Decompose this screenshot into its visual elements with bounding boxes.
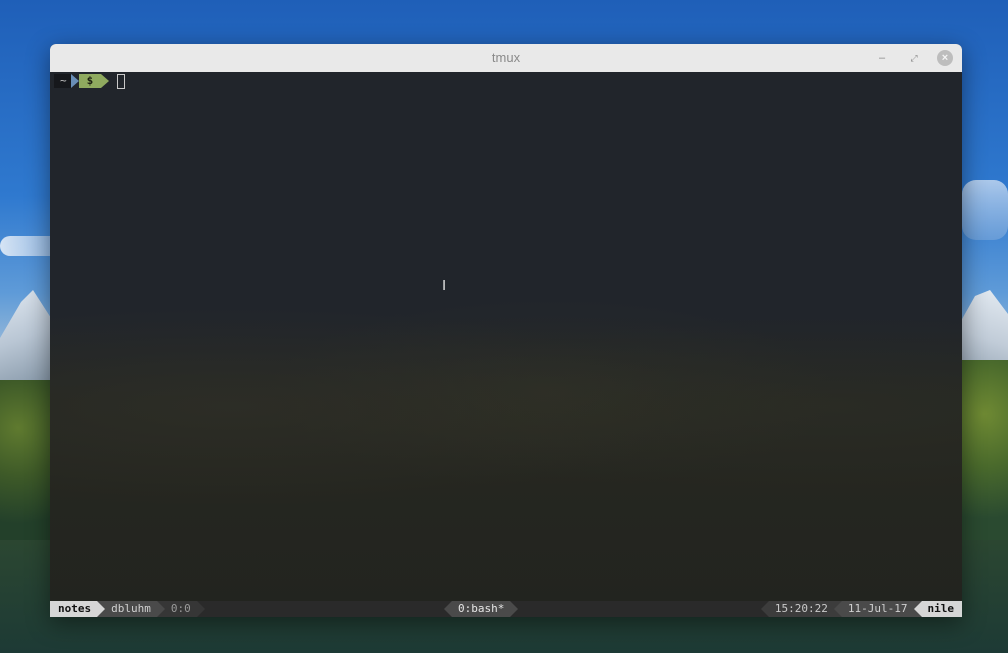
status-separator-icon — [196, 601, 205, 617]
status-session-name: notes — [50, 601, 98, 617]
prompt-symbol-segment: $ — [78, 74, 102, 88]
status-separator-icon — [156, 601, 165, 617]
tmux-status-bar: notes dbluhm 0:0 0:bash* 15:20:22 11-Jul… — [50, 601, 962, 617]
status-separator-icon — [913, 601, 922, 617]
prompt-home-segment: ~ — [54, 74, 71, 88]
text-cursor — [117, 73, 126, 89]
close-icon[interactable]: × — [937, 50, 953, 66]
status-separator-icon — [444, 601, 452, 617]
status-hostname: nile — [921, 601, 962, 617]
terminal-area[interactable]: ~ $ Ⅰ notes dbluhm 0:0 0:bash* 15:20:22 … — [50, 72, 962, 617]
status-window-tab[interactable]: 0:bash* — [452, 601, 511, 617]
shell-prompt: ~ $ — [54, 73, 126, 89]
prompt-separator-icon — [70, 74, 79, 88]
status-pane-index: 0:0 — [164, 601, 197, 617]
status-separator-icon — [760, 601, 769, 617]
window-titlebar[interactable]: tmux ‒ ⤢ × — [50, 44, 962, 73]
status-separator-icon — [833, 601, 842, 617]
maximize-icon[interactable]: ⤢ — [906, 50, 922, 66]
status-time: 15:20:22 — [768, 601, 834, 617]
terminal-background-image — [50, 302, 962, 562]
minimize-icon[interactable]: ‒ — [874, 50, 890, 66]
terminal-window[interactable]: tmux ‒ ⤢ × ~ $ Ⅰ notes dbluhm 0:0 0:bash… — [50, 44, 962, 617]
window-title: tmux — [491, 50, 521, 65]
status-user: dbluhm — [105, 601, 157, 617]
prompt-separator-icon — [101, 74, 110, 88]
status-date: 11-Jul-17 — [841, 601, 914, 617]
mouse-ibeam-icon: Ⅰ — [442, 278, 447, 294]
status-separator-icon — [97, 601, 106, 617]
status-separator-icon — [510, 601, 519, 617]
desktop-cloud-right — [962, 180, 1008, 240]
